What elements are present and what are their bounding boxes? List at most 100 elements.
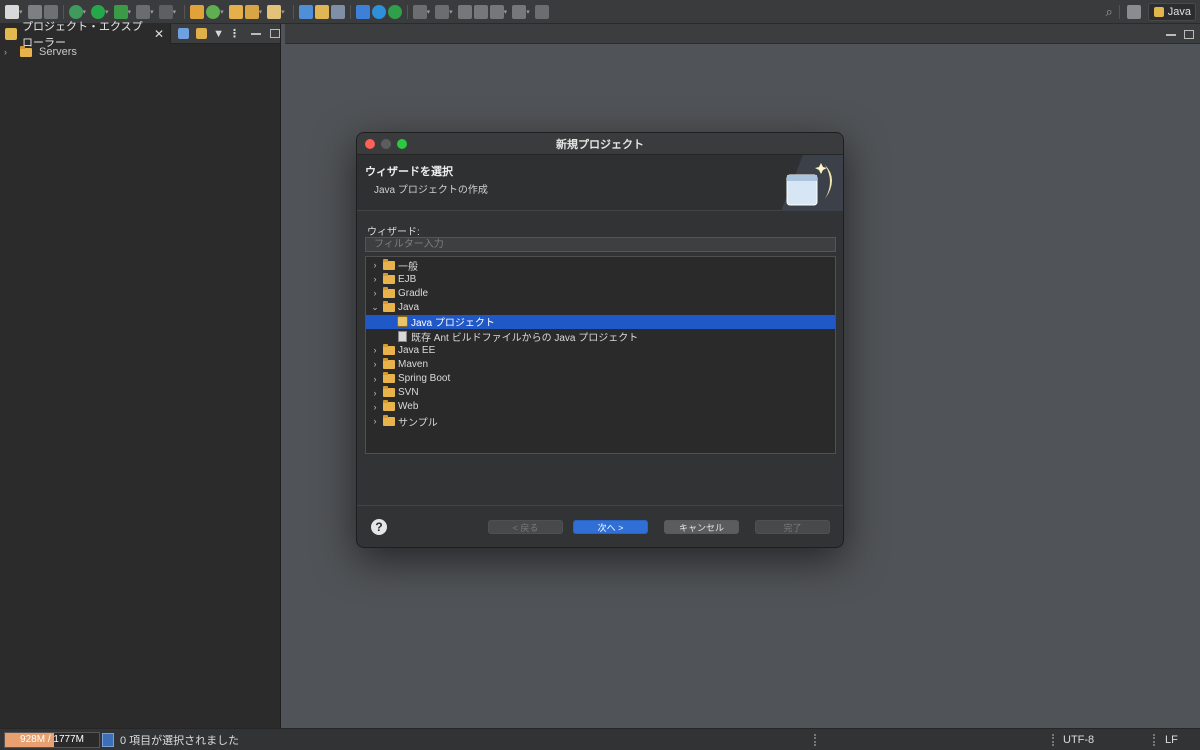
line-delimiter-status[interactable]: LF [1165, 734, 1178, 746]
tree-item-ejb[interactable]: › EJB [366, 272, 835, 286]
java-perspective-button[interactable]: Java [1147, 3, 1196, 21]
tree-item-label: EJB [398, 273, 417, 285]
stop-icon[interactable] [136, 4, 151, 19]
chevron-right-icon[interactable]: › [4, 47, 14, 57]
chevron-right-icon[interactable]: › [369, 374, 381, 384]
garbage-collect-icon[interactable] [102, 732, 114, 747]
tree-item-java-project[interactable]: Java プロジェクト [366, 314, 835, 330]
link-editor-icon[interactable] [196, 28, 208, 39]
debug-icon[interactable] [68, 4, 83, 19]
maximize-icon[interactable] [270, 29, 280, 38]
search-icon[interactable]: ⌕ [1105, 4, 1112, 20]
status-divider [1052, 734, 1054, 746]
maximize-icon[interactable] [1184, 29, 1194, 39]
task-icon[interactable] [355, 4, 370, 19]
banner-description: Java プロジェクトの作成 [374, 185, 488, 196]
status-bar: 928M / 1777M 0 項目が選択されました UTF-8 LF [0, 728, 1200, 750]
brush-icon[interactable] [267, 4, 282, 19]
tree-item-label: Servers [39, 46, 77, 58]
project-explorer-view: プロジェクト・エクスプローラー ✕ ▼ ⋮ › Servers [0, 21, 281, 728]
open-perspective-icon[interactable] [1126, 5, 1141, 19]
tree-item-java[interactable]: ⌄ Java [366, 301, 835, 315]
folder-icon[interactable] [244, 4, 259, 19]
gear-icon[interactable] [371, 4, 386, 19]
status-divider [1153, 734, 1155, 746]
chevron-right-icon[interactable]: › [369, 288, 381, 298]
folder-open-icon [383, 301, 395, 313]
heap-text: 928M / 1777M [20, 734, 84, 745]
forward-icon[interactable] [512, 4, 527, 19]
chevron-down-icon[interactable]: ⌄ [369, 302, 381, 313]
next-edit-icon[interactable] [473, 4, 488, 19]
tree-item-label: サンプル [398, 417, 438, 429]
prev-edit-icon[interactable] [457, 4, 472, 19]
server-start-icon[interactable] [387, 4, 402, 19]
filter-input[interactable] [365, 237, 836, 252]
open-project-icon[interactable] [228, 4, 243, 19]
zoom-window-button[interactable] [397, 139, 407, 149]
chevron-right-icon[interactable]: › [369, 388, 381, 398]
java-perspective-icon [1153, 7, 1164, 17]
java-project-icon [397, 316, 408, 328]
chevron-right-icon[interactable]: › [369, 260, 381, 270]
help-icon[interactable]: ? [371, 519, 387, 535]
wizard-label: ウィザード: [367, 227, 420, 238]
view-menu-icon[interactable]: ⋮ [229, 27, 240, 40]
collapse-all-icon[interactable] [178, 28, 190, 39]
tree-item-label: Java EE [398, 344, 436, 356]
tree-item-gradle[interactable]: › Gradle [366, 286, 835, 300]
tree-item-general[interactable]: › 一般 [366, 258, 835, 273]
run-icon[interactable] [91, 4, 106, 19]
save-all-icon[interactable] [43, 4, 58, 19]
back-icon[interactable] [489, 4, 504, 19]
dialog-separator [357, 505, 843, 506]
chevron-right-icon[interactable]: › [369, 359, 381, 369]
chevron-right-icon[interactable]: › [369, 402, 381, 412]
tab-project-explorer[interactable]: プロジェクト・エクスプローラー ✕ [0, 21, 172, 49]
minimize-icon[interactable] [1166, 33, 1176, 36]
nav-icon[interactable] [412, 4, 427, 19]
encoding-status[interactable]: UTF-8 [1063, 734, 1094, 746]
tree-item-web[interactable]: › Web [366, 400, 835, 414]
build-icon[interactable] [158, 4, 173, 19]
folder-icon [383, 286, 395, 298]
open-type-icon[interactable] [190, 4, 205, 19]
new-wizard-icon[interactable] [5, 4, 19, 19]
back-nav-icon[interactable] [435, 4, 450, 19]
folder-icon [383, 372, 395, 384]
perspective-label: Java [1167, 6, 1191, 18]
next-button[interactable]: 次へ > [573, 520, 648, 534]
back-button[interactable]: < 戻る [488, 520, 563, 534]
folder-icon [383, 414, 395, 426]
new-interface-icon[interactable] [330, 4, 345, 19]
close-window-button[interactable] [365, 139, 375, 149]
finish-button[interactable]: 完了 [755, 520, 830, 534]
minimize-window-button[interactable] [381, 139, 391, 149]
tree-item-samples[interactable]: › サンプル [366, 414, 835, 429]
view-tools: ▼ ⋮ [177, 27, 280, 40]
close-icon[interactable]: ✕ [154, 27, 164, 41]
run-external-icon[interactable] [113, 4, 128, 19]
pin-icon[interactable] [534, 4, 549, 19]
new-package-icon[interactable] [314, 4, 329, 19]
chevron-right-icon[interactable]: › [369, 274, 381, 284]
tree-item-java-ee[interactable]: › Java EE [366, 343, 835, 357]
save-icon[interactable] [27, 4, 42, 19]
tree-item-maven[interactable]: › Maven [366, 357, 835, 371]
chevron-right-icon[interactable]: › [369, 345, 381, 355]
minimize-icon[interactable] [251, 32, 261, 35]
folder-icon [383, 386, 395, 398]
cancel-button[interactable]: キャンセル [664, 520, 739, 534]
heap-status[interactable]: 928M / 1777M [4, 731, 100, 748]
filter-icon[interactable]: ▼ [213, 28, 224, 40]
refresh-icon[interactable] [206, 4, 221, 19]
chevron-right-icon[interactable]: › [369, 416, 381, 426]
folder-icon [383, 343, 395, 355]
wizard-banner: ウィザードを選択 Java プロジェクトの作成 [357, 155, 843, 211]
folder-icon [383, 400, 395, 412]
tree-item-spring-boot[interactable]: › Spring Boot [366, 372, 835, 386]
tree-item-java-project-from-ant[interactable]: 既存 Ant ビルドファイルからの Java プロジェクト [366, 329, 835, 344]
tree-item-label: Java プロジェクト [411, 318, 495, 330]
new-class-icon[interactable] [298, 4, 313, 19]
tree-item-svn[interactable]: › SVN [366, 386, 835, 400]
